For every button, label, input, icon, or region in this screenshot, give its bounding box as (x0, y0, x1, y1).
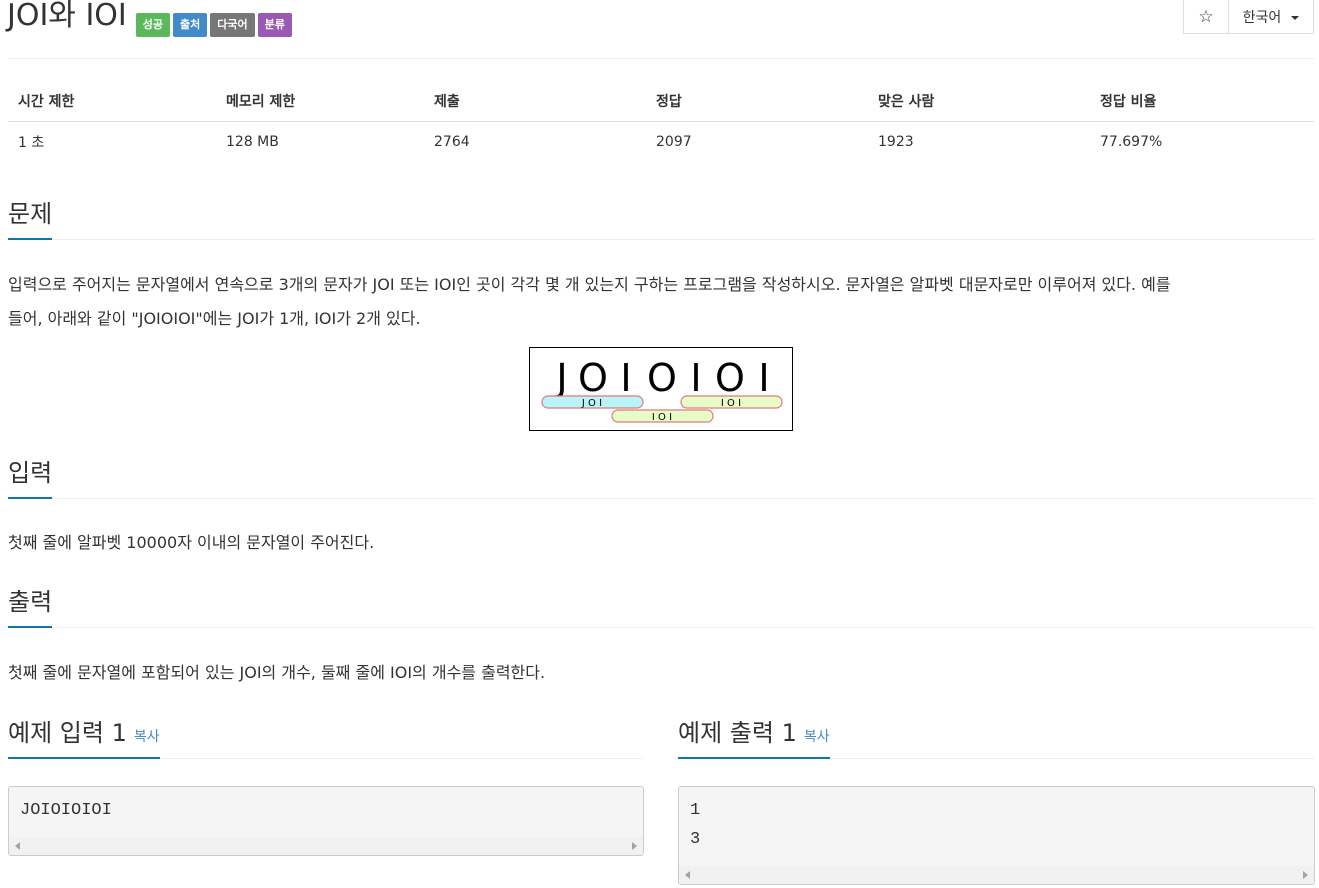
ioi-label: I O I (721, 398, 741, 409)
copy-sample-input-button[interactable]: 복사 (134, 729, 160, 745)
description-heading: 문제 (8, 197, 53, 240)
scroll-left-icon[interactable] (15, 842, 20, 850)
copy-sample-output-button[interactable]: 복사 (804, 729, 830, 745)
sample-output-header: 예제 출력 1 복사 (678, 716, 1314, 759)
badge-multilang[interactable]: 다국어 (210, 13, 255, 37)
output-heading: 출력 (8, 585, 53, 628)
language-dropdown[interactable]: 한국어 (1229, 0, 1313, 33)
badge-source[interactable]: 출처 (173, 13, 208, 37)
header-memory-limit: 메모리 제한 (216, 80, 424, 122)
sample-input-header: 예제 입력 1 복사 (8, 716, 643, 759)
output-header: 출력 (8, 585, 1314, 628)
accept-ratio-value: 77.697% (1100, 134, 1163, 150)
sample-input-text: JOIOIOIOI (20, 801, 112, 820)
figure-svg: J O I O I O I J O I I O I I O I (541, 356, 783, 423)
header-accepted: 정답 (646, 80, 868, 122)
figure-letter: I (758, 356, 769, 400)
sample-input-title: 예제 입력 1 (8, 719, 127, 747)
problem-info-table: 시간 제한 메모리 제한 제출 정답 맞은 사람 정답 비율 1 초 128 M… (8, 80, 1314, 162)
figure-letter: J (554, 356, 567, 400)
figure-letter: I (620, 356, 631, 400)
memory-limit-value: 128 MB (226, 134, 279, 150)
sample-output-text: 13 (679, 787, 1314, 854)
table-row: 1 초 128 MB 2764 2097 1923 77.697% (8, 122, 1314, 163)
figure-letter: O (647, 356, 677, 400)
figure-letter: O (715, 356, 745, 400)
time-limit-value: 1 초 (18, 135, 45, 151)
sample-output-heading: 예제 출력 1 복사 (678, 716, 830, 759)
header-accept-ratio: 정답 비율 (1090, 80, 1314, 122)
scroll-left-icon[interactable] (685, 871, 690, 879)
description-line-2: 들어, 아래와 같이 "JOIOIOI"에는 JOI가 1개, IOI가 2개 … (8, 309, 421, 328)
sample-input-box[interactable]: JOIOIOIOI (8, 786, 644, 856)
joi-label: J O I (581, 398, 602, 409)
sample-output-title: 예제 출력 1 (678, 719, 797, 747)
submissions-value[interactable]: 2764 (424, 122, 646, 163)
header-time-limit: 시간 제한 (8, 80, 216, 122)
scroll-right-icon[interactable] (1303, 871, 1308, 879)
divider (8, 58, 1314, 59)
solved-users-value[interactable]: 1923 (868, 122, 1090, 163)
star-button[interactable]: ☆ (1184, 0, 1229, 33)
caret-down-icon (1291, 15, 1300, 20)
accepted-value[interactable]: 2097 (646, 122, 868, 163)
sample-output-line: 3 (690, 830, 701, 849)
sample-output-line: 1 (690, 801, 701, 820)
description-header: 문제 (8, 197, 1314, 240)
output-text: 첫째 줄에 문자열에 포함되어 있는 JOI의 개수, 둘째 줄에 IOI의 개… (8, 663, 546, 682)
input-header: 입력 (8, 456, 1314, 499)
input-heading: 입력 (8, 456, 53, 499)
joi-ioi-figure: J O I O I O I J O I I O I I O I (529, 347, 793, 431)
sample-input-heading: 예제 입력 1 복사 (8, 716, 160, 759)
badge-classification[interactable]: 분류 (257, 13, 292, 37)
ioi-label: I O I (652, 412, 672, 423)
header-submissions: 제출 (424, 80, 646, 122)
badge-success[interactable]: 성공 (135, 13, 171, 37)
language-label: 한국어 (1242, 9, 1282, 26)
star-icon: ☆ (1198, 6, 1214, 27)
horizontal-scrollbar[interactable] (679, 866, 1314, 884)
figure-letter: O (578, 356, 608, 400)
table-header-row: 시간 제한 메모리 제한 제출 정답 맞은 사람 정답 비율 (8, 80, 1314, 122)
sample-output-box[interactable]: 13 (678, 786, 1315, 885)
description-line-1: 입력으로 주어지는 문자열에서 연속으로 3개의 문자가 JOI 또는 IOI인… (8, 275, 1171, 294)
title-row: JOI와 IOI 성공 출처 다국어 분류 (7, 0, 292, 44)
page-title: JOI와 IOI (7, 0, 127, 33)
scroll-right-icon[interactable] (632, 842, 637, 850)
toolbar: ☆ 한국어 (1183, 0, 1314, 34)
input-text: 첫째 줄에 알파벳 10000자 이내의 문자열이 주어진다. (8, 533, 375, 552)
figure-letter: I (690, 356, 701, 400)
description-text: 입력으로 주어지는 문자열에서 연속으로 3개의 문자가 JOI 또는 IOI인… (8, 268, 1316, 336)
horizontal-scrollbar[interactable] (9, 837, 643, 855)
badge-list: 성공 출처 다국어 분류 (135, 13, 292, 37)
header-solved-users: 맞은 사람 (868, 80, 1090, 122)
